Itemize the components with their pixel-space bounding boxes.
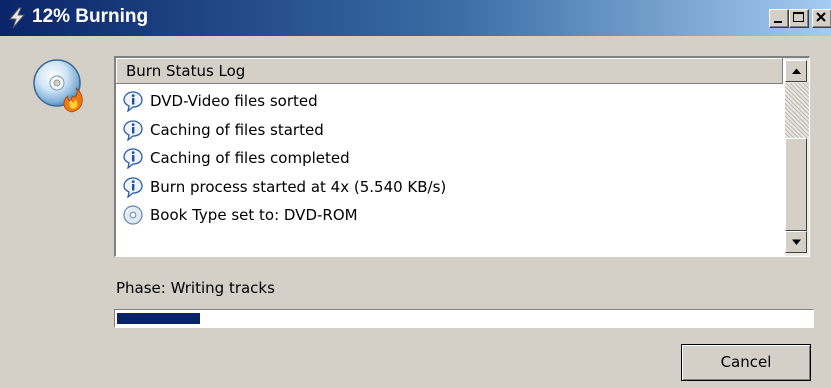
list-item[interactable]: DVD-Video files sorted (116, 88, 783, 117)
scroll-down-button[interactable] (785, 231, 807, 253)
arrow-down-icon (792, 239, 801, 245)
window-title: 12% Burning (32, 6, 149, 27)
progress-bar (114, 309, 814, 328)
scroll-up-button[interactable] (785, 60, 807, 82)
burn-lightning-icon (6, 7, 28, 29)
list-item[interactable]: Caching of files started (116, 117, 783, 146)
progress-fill (117, 313, 200, 324)
cancel-button[interactable]: Cancel (681, 344, 811, 381)
title-bar[interactable]: 12% Burning (0, 0, 831, 36)
minimize-button[interactable] (769, 9, 789, 28)
arrow-up-icon (792, 68, 801, 74)
close-icon (816, 12, 826, 22)
log-entry-text: Caching of files started (150, 120, 324, 139)
list-item[interactable]: Book Type set to: DVD-ROM (116, 202, 783, 231)
log-scrollbar[interactable] (785, 58, 809, 256)
log-entry-text: Caching of files completed (150, 149, 350, 167)
phase-status: Phase: Writing tracks (116, 279, 275, 297)
disc-icon (122, 204, 144, 226)
close-button[interactable] (812, 9, 831, 28)
info-icon (122, 90, 144, 113)
list-item[interactable]: Caching of files completed (116, 145, 783, 174)
log-list: DVD-Video files sorted Caching of files … (116, 88, 783, 231)
scroll-track[interactable] (785, 83, 809, 138)
maximize-icon (793, 12, 804, 22)
info-icon (122, 147, 144, 170)
maximize-button[interactable] (789, 9, 809, 28)
log-column-header[interactable]: Burn Status Log (116, 58, 783, 84)
log-header-label: Burn Status Log (126, 62, 246, 80)
log-entry-text: Book Type set to: DVD-ROM (150, 206, 358, 224)
info-icon (122, 119, 144, 142)
list-item[interactable]: Burn process started at 4x (5.540 KB/s) (116, 174, 783, 203)
minimize-icon (774, 21, 782, 23)
log-entry-text: DVD-Video files sorted (150, 92, 318, 110)
scroll-thumb[interactable] (785, 138, 807, 231)
log-entry-text: Burn process started at 4x (5.540 KB/s) (150, 177, 447, 196)
disc-burning-icon (32, 58, 90, 116)
info-icon (122, 176, 144, 199)
burn-status-log[interactable]: Burn Status Log DVD-Video files sorted C… (114, 56, 810, 257)
